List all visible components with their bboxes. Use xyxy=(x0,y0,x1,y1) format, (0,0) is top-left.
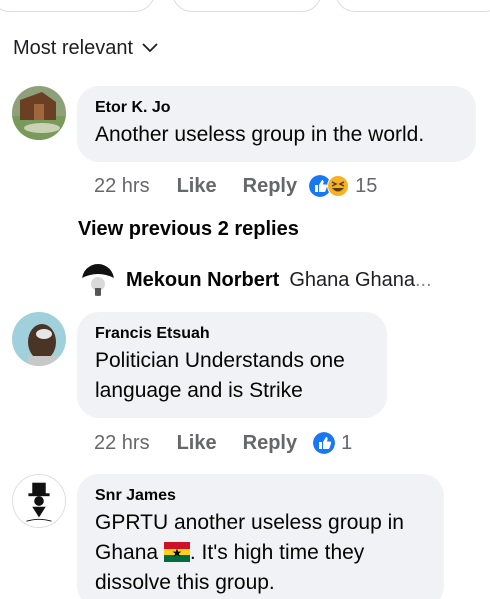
avatar[interactable] xyxy=(82,264,114,296)
filter-pill[interactable] xyxy=(172,0,322,12)
view-previous-replies[interactable]: View previous 2 replies xyxy=(78,218,299,241)
comment-text-fragment: Ghana xyxy=(95,541,164,564)
reply-button[interactable]: Reply xyxy=(243,175,297,198)
avatar[interactable] xyxy=(12,474,66,528)
comment-time[interactable]: 22 hrs xyxy=(94,175,150,198)
comment-text: Another useless group in the world. xyxy=(95,123,425,146)
comment-author[interactable]: Etor K. Jo xyxy=(95,98,458,118)
reply-snippet: Ghana Ghana xyxy=(289,268,415,291)
comment-time[interactable]: 22 hrs xyxy=(94,432,150,455)
comment-actions: 22 hrs Like Reply 15 xyxy=(94,171,377,201)
comment-bubble: Snr James GPRTU another useless group in… xyxy=(77,474,444,599)
filter-pill[interactable] xyxy=(335,0,490,12)
comment-text-line: dissolve this group. xyxy=(95,571,275,594)
avatar[interactable] xyxy=(12,86,66,140)
comment-author[interactable]: Snr James xyxy=(95,486,426,506)
comment-bubble: Francis Etsuah Politician Understands on… xyxy=(77,312,387,418)
comment-author[interactable]: Francis Etsuah xyxy=(95,324,369,344)
comment-text-line: Ghana . It's high time they xyxy=(95,538,426,568)
comment-text-line: language and is Strike xyxy=(95,379,303,402)
chevron-down-icon xyxy=(142,43,158,53)
like-reaction-icon xyxy=(313,432,336,454)
reaction-summary[interactable]: 15 xyxy=(309,175,377,198)
avatar[interactable] xyxy=(12,312,66,366)
reply-ellipsis: ... xyxy=(415,268,432,291)
sort-label: Most relevant xyxy=(13,36,134,59)
haha-reaction-icon xyxy=(327,175,350,197)
reaction-count: 1 xyxy=(341,431,353,454)
sort-dropdown[interactable]: Most relevant xyxy=(13,34,159,62)
like-button[interactable]: Like xyxy=(177,432,217,455)
comment-text-fragment: . It's high time they xyxy=(189,541,365,564)
reply-preview[interactable]: Mekoun Norbert Ghana Ghana ... xyxy=(82,264,432,296)
reaction-count: 15 xyxy=(355,174,378,197)
reply-author[interactable]: Mekoun Norbert xyxy=(126,269,279,292)
comment-bubble: Etor K. Jo Another useless group in the … xyxy=(77,86,476,162)
reaction-summary[interactable]: 1 xyxy=(313,432,352,455)
comment-actions: 22 hrs Like Reply 1 xyxy=(94,428,352,458)
filter-pill[interactable] xyxy=(0,0,155,12)
like-button[interactable]: Like xyxy=(177,175,217,198)
comment-text-line: GPRTU another useless group in xyxy=(95,511,404,534)
comment-text-line: Politician Understands one xyxy=(95,349,345,372)
ghana-flag-icon xyxy=(163,542,190,562)
reply-button[interactable]: Reply xyxy=(243,432,297,455)
